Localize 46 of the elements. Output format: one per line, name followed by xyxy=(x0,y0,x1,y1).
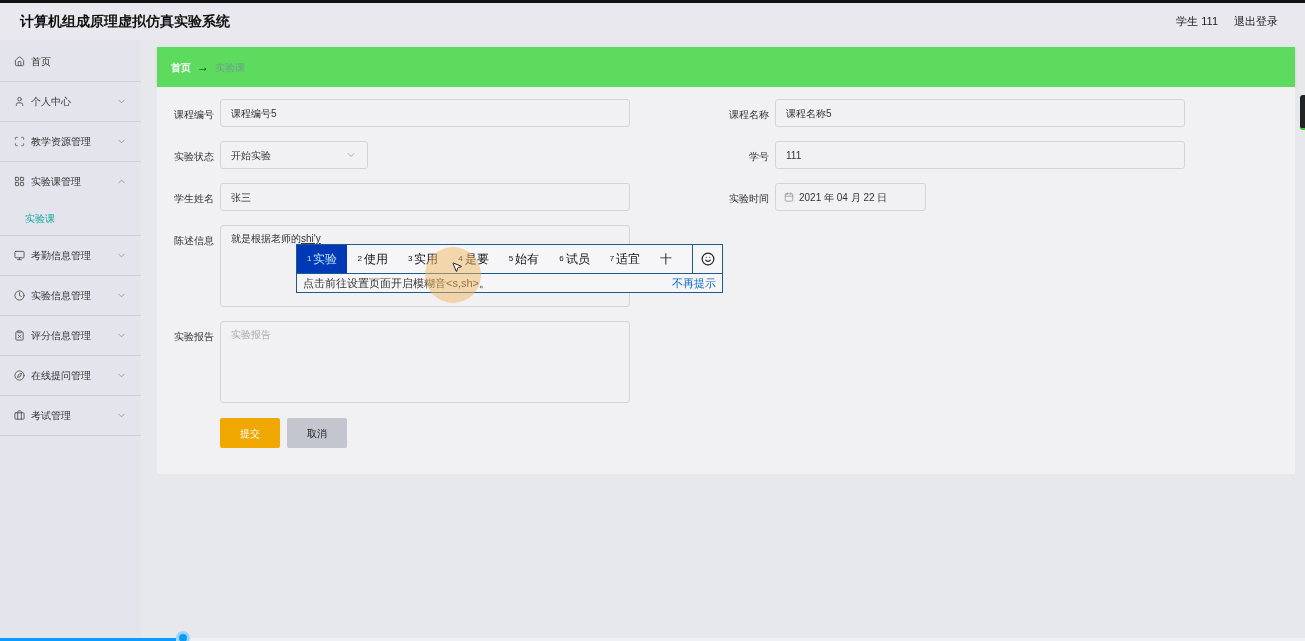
text-field[interactable]: 课程编号5 xyxy=(220,99,630,127)
sidebar-item[interactable]: 在线提问管理 xyxy=(0,356,141,395)
emoji-icon[interactable] xyxy=(700,252,715,266)
field-label: 学号 xyxy=(748,150,769,164)
field-label: 陈述信息 xyxy=(173,234,214,248)
side-widget xyxy=(1300,95,1305,130)
text-field[interactable]: 张三 xyxy=(220,183,630,211)
mouse-pointer-icon xyxy=(451,261,463,273)
menu-icon xyxy=(14,56,25,67)
sidebar-item[interactable]: 实验课管理 xyxy=(0,162,141,201)
dismiss-link[interactable]: 不再提示 xyxy=(672,274,716,292)
calendar-icon xyxy=(784,192,794,202)
field-label: 实验报告 xyxy=(173,330,214,344)
cancel-button[interactable]: 取消 xyxy=(287,418,347,448)
field-label: 实验时间 xyxy=(728,192,769,206)
field-label: 实验状态 xyxy=(173,150,214,164)
sidebar-item[interactable]: 评分信息管理 xyxy=(0,316,141,355)
menu-icon xyxy=(14,250,25,261)
sidebar-item[interactable]: 实验信息管理 xyxy=(0,276,141,315)
menu-icon xyxy=(14,410,25,421)
menu-icon xyxy=(14,96,25,107)
sidebar-item[interactable]: 考勤信息管理 xyxy=(0,236,141,275)
field-label: 课程名称 xyxy=(728,108,769,122)
select-field[interactable]: 开始实验 xyxy=(220,141,368,169)
field-label: 学生姓名 xyxy=(173,192,214,206)
field-label: 课程编号 xyxy=(173,108,214,122)
menu-icon xyxy=(14,136,25,147)
text-field[interactable]: 课程名称5 xyxy=(775,99,1185,127)
sidebar-item[interactable]: 教学资源管理 xyxy=(0,122,141,161)
user-name: 学生 111 xyxy=(1176,14,1218,30)
menu-icon xyxy=(14,370,25,381)
progress-handle[interactable] xyxy=(175,631,190,641)
date-field[interactable]: 2021 年 04 月 22 日 xyxy=(775,183,926,211)
breadcrumb-separator: → xyxy=(197,59,209,76)
logout-link[interactable]: 退出登录 xyxy=(1234,13,1278,30)
menu-icon xyxy=(14,290,25,301)
app-title: 计算机组成原理虚拟仿真实验系统 xyxy=(20,12,230,31)
sidebar-item[interactable]: 考试管理 xyxy=(0,396,141,435)
menu-icon xyxy=(14,330,25,341)
sidebar-item[interactable]: 个人中心 xyxy=(0,82,141,121)
ime-candidate[interactable]: 十 xyxy=(650,245,683,273)
sidebar-item[interactable]: 首页 xyxy=(0,42,141,81)
chevron-down-icon xyxy=(116,250,127,261)
text-field[interactable]: 111 xyxy=(775,141,1185,169)
ime-hint: 点击前往设置页面开启模糊音<s,sh>。 xyxy=(303,275,491,291)
menu-icon xyxy=(14,176,25,187)
